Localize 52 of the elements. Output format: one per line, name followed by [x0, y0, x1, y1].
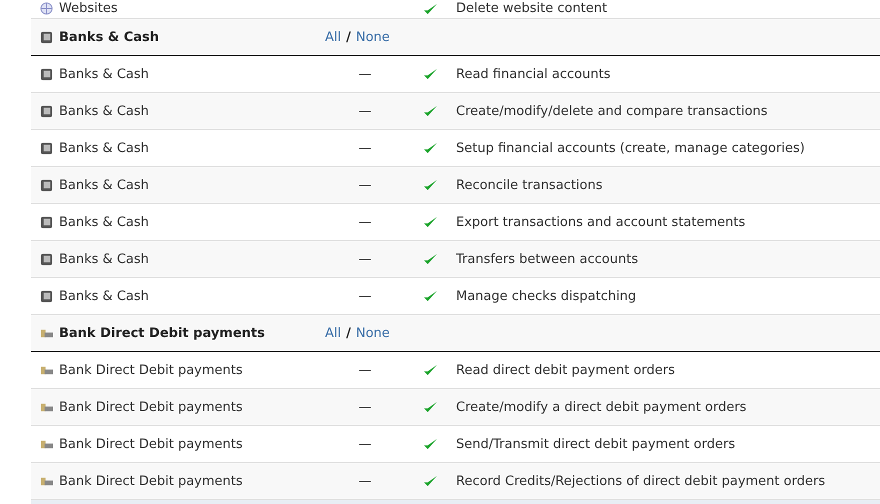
- status-dash: —: [358, 400, 372, 414]
- safe-icon: [40, 252, 53, 266]
- safe-icon: [40, 68, 53, 80]
- permission-text: Delete website content: [456, 1, 608, 16]
- section-title: Banks & Cash: [59, 30, 160, 44]
- module-name: Bank Direct Debit payments: [59, 400, 243, 414]
- permission-text: Reconcile transactions: [456, 178, 602, 192]
- module-name: Banks & Cash: [59, 178, 149, 192]
- status-dash: —: [358, 436, 372, 452]
- select-all-link[interactable]: All: [325, 326, 342, 340]
- status-dash: —: [358, 140, 372, 156]
- status-dash: —: [358, 288, 372, 304]
- status-dash: —: [358, 252, 372, 266]
- module-name: Bank Direct Debit payments: [59, 474, 243, 488]
- permission-text: Read direct debit payment orders: [456, 362, 675, 378]
- permission-text: Export transactions and account statements: [456, 214, 746, 230]
- status-dash: —: [358, 66, 372, 82]
- status-dash: —: [358, 362, 372, 378]
- permission-text: Transfers between accounts: [456, 252, 638, 266]
- select-none-link[interactable]: None: [356, 30, 390, 44]
- safe-icon: [40, 30, 53, 44]
- permission-text: Setup financial accounts (create, manage categories): [456, 140, 805, 156]
- permission-text: Manage checks dispatching: [456, 288, 636, 304]
- select-all-link[interactable]: All: [325, 30, 342, 44]
- safe-icon: [40, 104, 53, 118]
- module-name: Banks & Cash: [59, 104, 149, 118]
- status-dash: —: [358, 178, 372, 192]
- status-dash: —: [358, 474, 372, 488]
- select-none-link[interactable]: None: [356, 326, 390, 340]
- module-name: Banks & Cash: [59, 252, 149, 266]
- module-name: Banks & Cash: [59, 66, 149, 82]
- safe-icon: [40, 178, 53, 192]
- safe-icon: [40, 216, 53, 228]
- module-name: Banks & Cash: [59, 140, 149, 156]
- status-dash: —: [358, 104, 372, 118]
- module-name: Bank Direct Debit payments: [59, 436, 243, 452]
- slash-separator: /: [346, 326, 351, 340]
- permission-text: Send/Transmit direct debit payment orders: [456, 436, 736, 452]
- safe-icon: [40, 290, 53, 302]
- module-name: Bank Direct Debit payments: [59, 362, 243, 378]
- permission-text: Record Credits/Rejections of direct debit payment orders: [456, 474, 826, 488]
- globe-icon: [40, 2, 53, 15]
- permission-text: Create/modify/delete and compare transactions: [456, 104, 768, 118]
- status-dash: —: [358, 214, 372, 230]
- section-title: Bank Direct Debit payments: [59, 326, 265, 340]
- permission-text: Read financial accounts: [456, 66, 610, 82]
- permission-text: Create/modify a direct debit payment orders: [456, 400, 746, 414]
- slash-separator: /: [346, 30, 351, 44]
- module-name: Banks & Cash: [59, 288, 149, 304]
- safe-icon: [40, 142, 53, 154]
- module-name: Websites: [59, 1, 118, 16]
- module-name: Banks & Cash: [59, 214, 149, 230]
